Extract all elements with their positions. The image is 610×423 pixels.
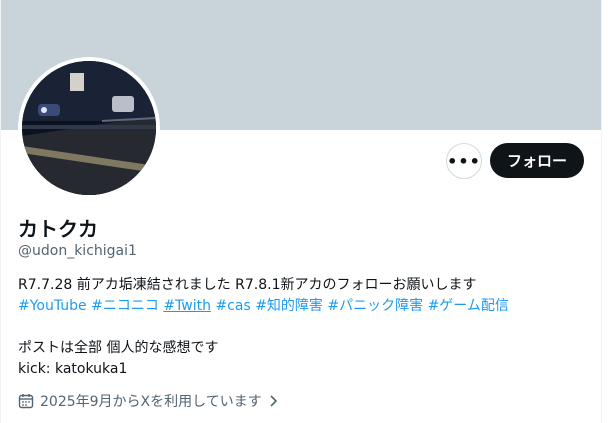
- right-divider: [601, 0, 602, 423]
- bio-line: kick: katokuka1: [18, 361, 128, 377]
- avatar-night-street-image: [22, 61, 156, 195]
- joined-date[interactable]: 2025年9月からXを利用しています: [18, 391, 280, 411]
- hashtag-link[interactable]: #YouTube: [18, 298, 87, 314]
- hashtag-link[interactable]: #パニック障害: [327, 298, 423, 314]
- hashtag-line: #YouTube #ニコニコ #Twith #cas #知的障害 #パニック障害…: [18, 296, 588, 317]
- avatar-photo: [22, 61, 156, 195]
- hashtag-link[interactable]: #知的障害: [255, 298, 323, 314]
- handle: @udon_kichigai1: [18, 243, 137, 259]
- hashtag-link[interactable]: #cas: [215, 298, 250, 314]
- left-divider: [0, 0, 1, 423]
- bio-spacer: [18, 317, 588, 338]
- hashtag-link[interactable]: #ゲーム配信: [428, 298, 509, 314]
- avatar[interactable]: [18, 57, 160, 199]
- joined-text: 2025年9月からXを利用しています: [40, 394, 262, 410]
- hashtag-link[interactable]: #ニコニコ: [91, 298, 159, 314]
- hashtag-link[interactable]: #Twith: [163, 298, 211, 314]
- display-name: カトクカ: [18, 217, 98, 241]
- more-icon: •••: [447, 151, 481, 171]
- follow-button[interactable]: フォロー: [490, 143, 584, 178]
- bio: R7.7.28 前アカ垢凍結されました R7.8.1新アカのフォローお願いします…: [18, 275, 588, 380]
- bio-line: ポストは全部 個人的な感想です: [18, 340, 219, 356]
- more-button[interactable]: •••: [446, 143, 482, 179]
- bio-line: R7.7.28 前アカ垢凍結されました R7.8.1新アカのフォローお願いします: [18, 277, 477, 293]
- chevron-right-icon: [270, 395, 277, 407]
- calendar-icon: [18, 394, 34, 409]
